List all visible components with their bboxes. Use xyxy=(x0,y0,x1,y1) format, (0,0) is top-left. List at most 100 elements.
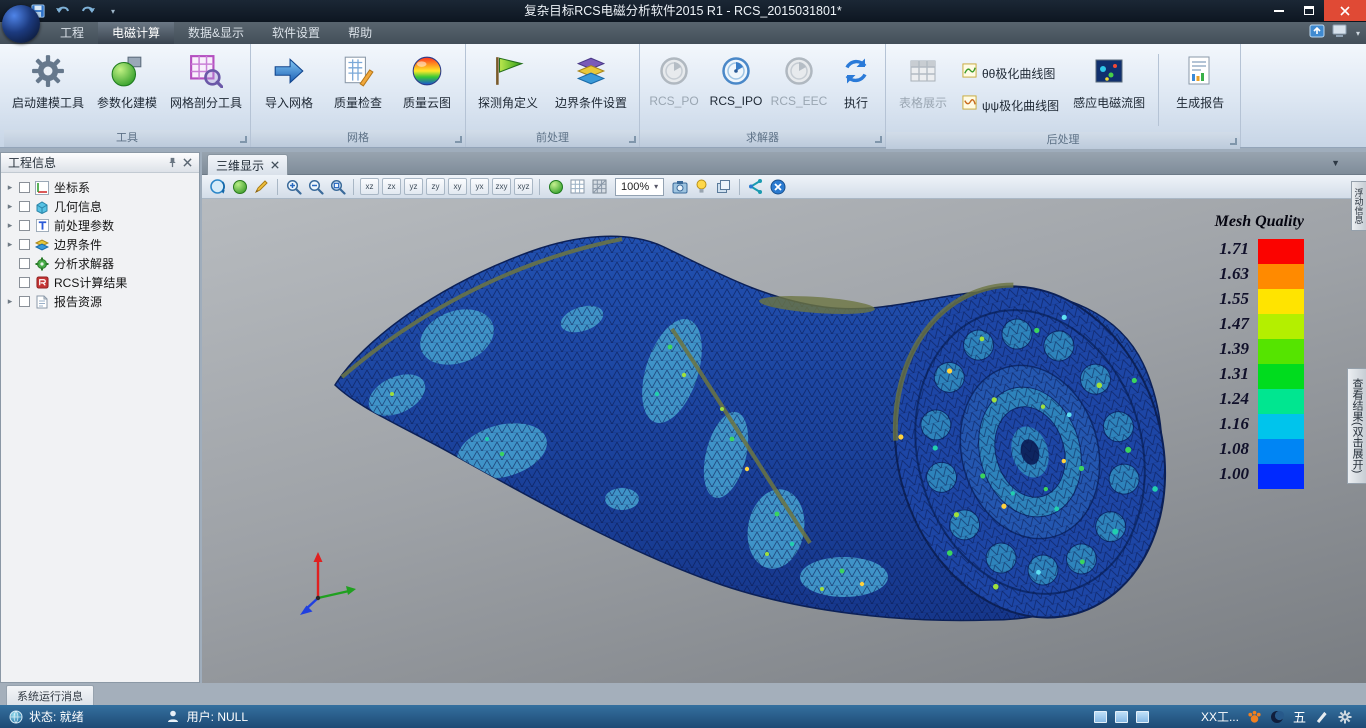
menubar-dropdown-icon[interactable]: ▾ xyxy=(1356,29,1360,38)
tree-item-analysis-solver[interactable]: 分析求解器 xyxy=(1,254,199,273)
mesh-view-icon[interactable] xyxy=(590,177,609,196)
tab-list-dropdown-icon[interactable]: ▼ xyxy=(1331,158,1340,168)
tree-item-boundary-conditions[interactable]: ▸ 边界条件 xyxy=(1,235,199,254)
generate-report-button[interactable]: 生成报告 xyxy=(1165,48,1235,130)
legend-value: 1.31 xyxy=(1219,364,1258,389)
panel-close-icon[interactable] xyxy=(180,155,195,170)
view-zy-button[interactable]: zy xyxy=(426,178,445,195)
maximize-button[interactable] xyxy=(1294,0,1324,21)
ime-settings-gear-icon[interactable] xyxy=(1337,709,1352,724)
tree-checkbox[interactable] xyxy=(19,201,30,212)
pan-icon[interactable] xyxy=(230,177,249,196)
expander-icon[interactable]: ▸ xyxy=(5,239,15,250)
group-dialog-launcher-icon[interactable] xyxy=(455,136,462,143)
expander-icon[interactable]: ▸ xyxy=(5,296,15,307)
minimize-button[interactable] xyxy=(1264,0,1294,21)
import-mesh-button[interactable]: 导入网格 xyxy=(256,48,322,130)
tab-close-icon[interactable] xyxy=(271,158,279,172)
menu-tab-project[interactable]: 工程 xyxy=(46,22,98,44)
pin-icon[interactable] xyxy=(165,155,180,170)
floating-info-tab[interactable]: 浮动信息 xyxy=(1351,181,1366,231)
zoom-fit-icon[interactable] xyxy=(328,177,347,196)
quality-cloudmap-button[interactable]: 质量云图 xyxy=(394,48,460,130)
capture-icon[interactable] xyxy=(670,177,689,196)
close-button[interactable] xyxy=(1324,0,1366,21)
view-yx-button[interactable]: yx xyxy=(470,178,489,195)
boundary-conditions-button[interactable]: 边界条件设置 xyxy=(548,48,634,130)
quality-check-button[interactable]: 质量检查 xyxy=(325,48,391,130)
tree-checkbox[interactable] xyxy=(19,239,30,250)
system-messages-tab[interactable]: 系统运行消息 xyxy=(6,685,94,705)
group-dialog-launcher-icon[interactable] xyxy=(1230,138,1237,145)
solver-rcs-ipo-button[interactable]: RCS_IPO xyxy=(706,48,766,130)
shaded-view-icon[interactable] xyxy=(546,177,565,196)
view-zx-button[interactable]: zx xyxy=(382,178,401,195)
wireframe-view-icon[interactable] xyxy=(568,177,587,196)
psi-polarization-curve-button[interactable]: ψψ极化曲线图 xyxy=(958,92,1063,118)
group-dialog-launcher-icon[interactable] xyxy=(875,136,882,143)
zoom-level-select[interactable]: 100% ▾ xyxy=(615,178,664,196)
solver-rcs-eec-button[interactable]: RCS_EEC xyxy=(769,48,829,130)
tree-item-geometry-info[interactable]: ▸ 几何信息 xyxy=(1,197,199,216)
orbit-rotate-icon[interactable] xyxy=(208,177,227,196)
theta-polarization-curve-button[interactable]: θθ极化曲线图 xyxy=(958,60,1063,86)
panel-toggle-icon[interactable] xyxy=(1309,24,1325,43)
menu-tab-help[interactable]: 帮助 xyxy=(334,22,386,44)
probe-angle-button[interactable]: 探测角定义 xyxy=(471,48,545,130)
ime-paw-icon[interactable] xyxy=(1247,709,1262,724)
view-iso1-button[interactable]: zxy xyxy=(492,178,511,195)
tree-checkbox[interactable] xyxy=(19,258,30,269)
legend-band xyxy=(1258,314,1304,339)
layers-icon[interactable] xyxy=(714,177,733,196)
expander-icon[interactable]: ▸ xyxy=(5,201,15,212)
expander-icon[interactable]: ▸ xyxy=(5,220,15,231)
qat-dropdown-icon[interactable]: ▾ xyxy=(105,3,121,19)
launch-modeling-tool-button[interactable]: 启动建模工具 xyxy=(9,48,87,130)
tab-3d-display[interactable]: 三维显示 xyxy=(207,154,288,175)
undo-icon[interactable] xyxy=(55,3,71,19)
view-iso2-button[interactable]: xyz xyxy=(514,178,533,195)
button-label: 启动建模工具 xyxy=(12,94,84,111)
group-dialog-launcher-icon[interactable] xyxy=(629,136,636,143)
light-icon[interactable] xyxy=(692,177,711,196)
window-thumbnail-icon[interactable] xyxy=(1115,711,1128,723)
model-3d-canvas[interactable] xyxy=(202,199,1366,683)
zoom-out-icon[interactable] xyxy=(306,177,325,196)
tree-item-coordinate-system[interactable]: ▸ 坐标系 xyxy=(1,178,199,197)
tree-item-report-resources[interactable]: ▸ 报告资源 xyxy=(1,292,199,311)
view-xz-button[interactable]: xz xyxy=(360,178,379,195)
table-display-button[interactable]: 表格展示 xyxy=(891,48,955,130)
expander-icon[interactable]: ▸ xyxy=(5,182,15,193)
view-xy-button[interactable]: xy xyxy=(448,178,467,195)
view-results-tab[interactable]: 查看结果(双击展开) xyxy=(1347,368,1366,484)
menu-tab-settings[interactable]: 软件设置 xyxy=(258,22,334,44)
zoom-in-icon[interactable] xyxy=(284,177,303,196)
redo-icon[interactable] xyxy=(80,3,96,19)
window-thumbnail-icon[interactable] xyxy=(1094,711,1107,723)
button-label: 执行 xyxy=(844,94,868,111)
tree-item-rcs-results[interactable]: RCS计算结果 xyxy=(1,273,199,292)
menu-tab-em-computation[interactable]: 电磁计算 xyxy=(98,22,174,44)
tree-checkbox[interactable] xyxy=(19,220,30,231)
tree-checkbox[interactable] xyxy=(19,182,30,193)
display-settings-icon[interactable] xyxy=(1332,24,1349,43)
group-dialog-launcher-icon[interactable] xyxy=(240,136,247,143)
tree-checkbox[interactable] xyxy=(19,277,30,288)
ime-moon-icon[interactable] xyxy=(1270,709,1285,724)
stop-cancel-icon[interactable] xyxy=(768,177,787,196)
app-logo[interactable] xyxy=(2,5,40,43)
section-vector-icon[interactable] xyxy=(746,177,765,196)
execute-button[interactable]: 执行 xyxy=(832,48,880,130)
menu-tab-data-display[interactable]: 数据&显示 xyxy=(174,22,258,44)
ime-pen-icon[interactable] xyxy=(1314,709,1329,724)
induced-current-map-button[interactable]: 感应电磁流图 xyxy=(1066,48,1152,130)
window-thumbnail-icon[interactable] xyxy=(1136,711,1149,723)
ime-mode-indicator[interactable]: 五 xyxy=(1293,707,1306,726)
mesh-partition-tool-button[interactable]: 网格剖分工具 xyxy=(167,48,245,130)
tree-item-preprocess-params[interactable]: ▸ 前处理参数 xyxy=(1,216,199,235)
parametric-modeling-button[interactable]: 参数化建模 xyxy=(90,48,164,130)
tree-checkbox[interactable] xyxy=(19,296,30,307)
solver-rcs-po-button[interactable]: RCS_PO xyxy=(645,48,703,130)
view-yz-button[interactable]: yz xyxy=(404,178,423,195)
sketch-pencil-icon[interactable] xyxy=(252,177,271,196)
